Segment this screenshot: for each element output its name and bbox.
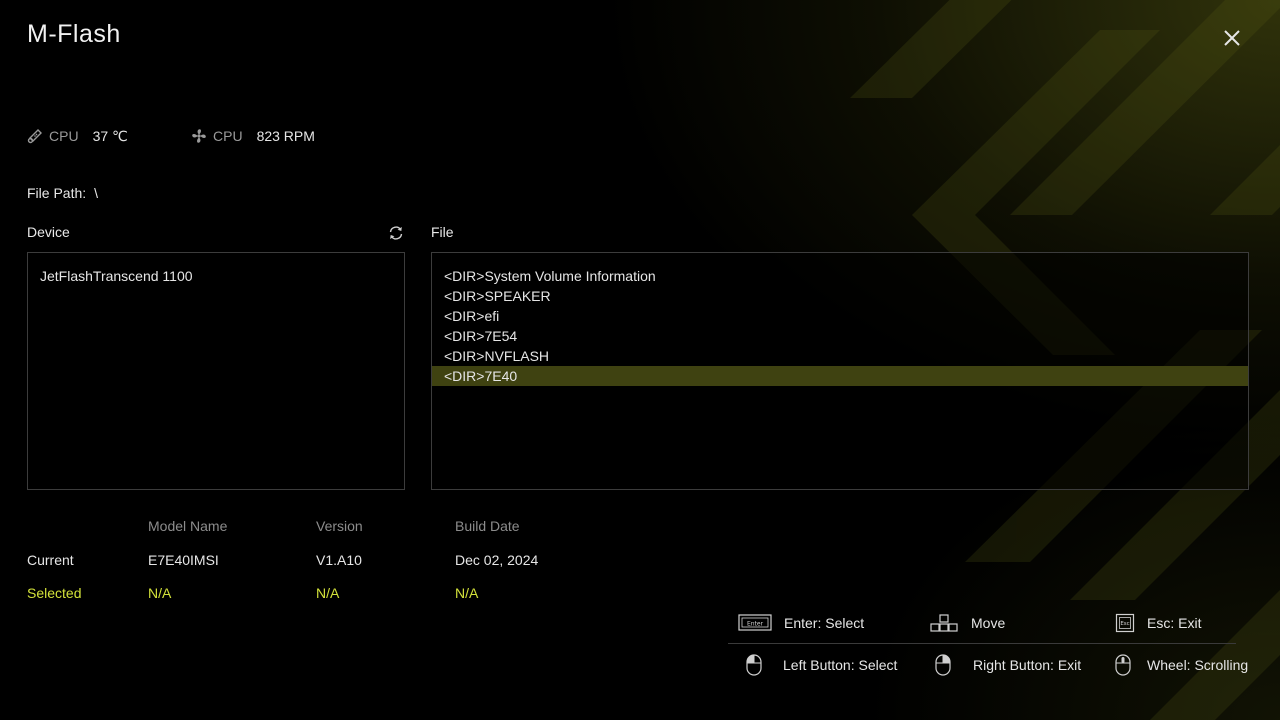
- sensor-label: CPU: [49, 128, 79, 144]
- selected-model: N/A: [148, 585, 172, 601]
- cpu-temperature: CPU 37 ℃: [27, 126, 128, 146]
- help-enter-text: Enter: Select: [784, 615, 865, 631]
- refresh-button[interactable]: [387, 224, 405, 242]
- selected-build-date: N/A: [455, 585, 479, 601]
- esc-key-icon: Esc: [1115, 613, 1135, 633]
- help-wheel-text: Wheel: Scrolling: [1147, 657, 1249, 673]
- current-build-date: Dec 02, 2024: [455, 552, 539, 568]
- file-list[interactable]: <DIR>System Volume Information <DIR>SPEA…: [431, 252, 1249, 490]
- file-path: File Path: \: [27, 185, 98, 201]
- enter-key-caption: Enter: [747, 621, 764, 628]
- current-model: E7E40IMSI: [148, 552, 219, 568]
- help-left-button-text: Left Button: Select: [783, 657, 898, 673]
- file-label: File: [431, 224, 454, 240]
- model-name-header: Model Name: [148, 518, 228, 534]
- current-version: V1.A10: [316, 552, 362, 568]
- mouse-left-icon: [746, 654, 762, 676]
- esc-key-caption: Esc: [1120, 621, 1129, 627]
- mouse-right-icon: [935, 654, 951, 676]
- current-label: Current: [27, 552, 74, 568]
- m-flash-screen: M-Flash CPU 37 ℃ CPU 823 RPM File Path: …: [0, 0, 1280, 720]
- help-left-button: Left Button: Select: [744, 653, 897, 677]
- build-date-header: Build Date: [455, 518, 520, 534]
- mouse-wheel-icon: [1115, 654, 1131, 676]
- selected-version: N/A: [316, 585, 340, 601]
- device-item[interactable]: JetFlashTranscend 1100: [28, 266, 404, 286]
- enter-key-icon: Enter: [738, 614, 772, 631]
- help-esc-text: Esc: Exit: [1147, 615, 1202, 631]
- file-item[interactable]: <DIR>SPEAKER: [432, 286, 1248, 306]
- sensor-label: CPU: [213, 128, 243, 144]
- file-item[interactable]: <DIR>7E54: [432, 326, 1248, 346]
- file-path-label: File Path:: [27, 185, 87, 201]
- page-title: M-Flash: [27, 20, 121, 48]
- help-move-text: Move: [971, 615, 1006, 631]
- help-right-button-text: Right Button: Exit: [973, 657, 1082, 673]
- version-header: Version: [316, 518, 363, 534]
- device-label: Device: [27, 224, 70, 240]
- arrow-keys-icon: [930, 614, 958, 632]
- close-button[interactable]: [1218, 24, 1246, 52]
- fan-icon: [192, 129, 206, 143]
- device-list[interactable]: JetFlashTranscend 1100: [27, 252, 405, 490]
- help-wheel: Wheel: Scrolling: [1113, 653, 1248, 677]
- help-enter: Enter Enter: Select: [738, 613, 864, 633]
- file-item[interactable]: <DIR>efi: [432, 306, 1248, 326]
- refresh-icon: [389, 226, 403, 240]
- help-divider: [728, 643, 1236, 644]
- file-item[interactable]: <DIR>NVFLASH: [432, 346, 1248, 366]
- cpu-fan-speed: CPU 823 RPM: [191, 126, 315, 146]
- help-right-button: Right Button: Exit: [933, 653, 1081, 677]
- close-icon: [1224, 30, 1240, 46]
- help-esc: Esc Esc: Exit: [1115, 613, 1201, 633]
- cpu-fan-speed-value: 823 RPM: [256, 128, 315, 144]
- thermometer-icon: [27, 129, 42, 144]
- file-item-selected[interactable]: <DIR>7E40: [432, 366, 1248, 386]
- file-path-value: \: [94, 185, 99, 201]
- help-move: Move: [929, 613, 1005, 633]
- selected-label: Selected: [27, 585, 82, 601]
- file-item[interactable]: <DIR>System Volume Information: [432, 266, 1248, 286]
- cpu-temperature-value: 37 ℃: [92, 127, 128, 144]
